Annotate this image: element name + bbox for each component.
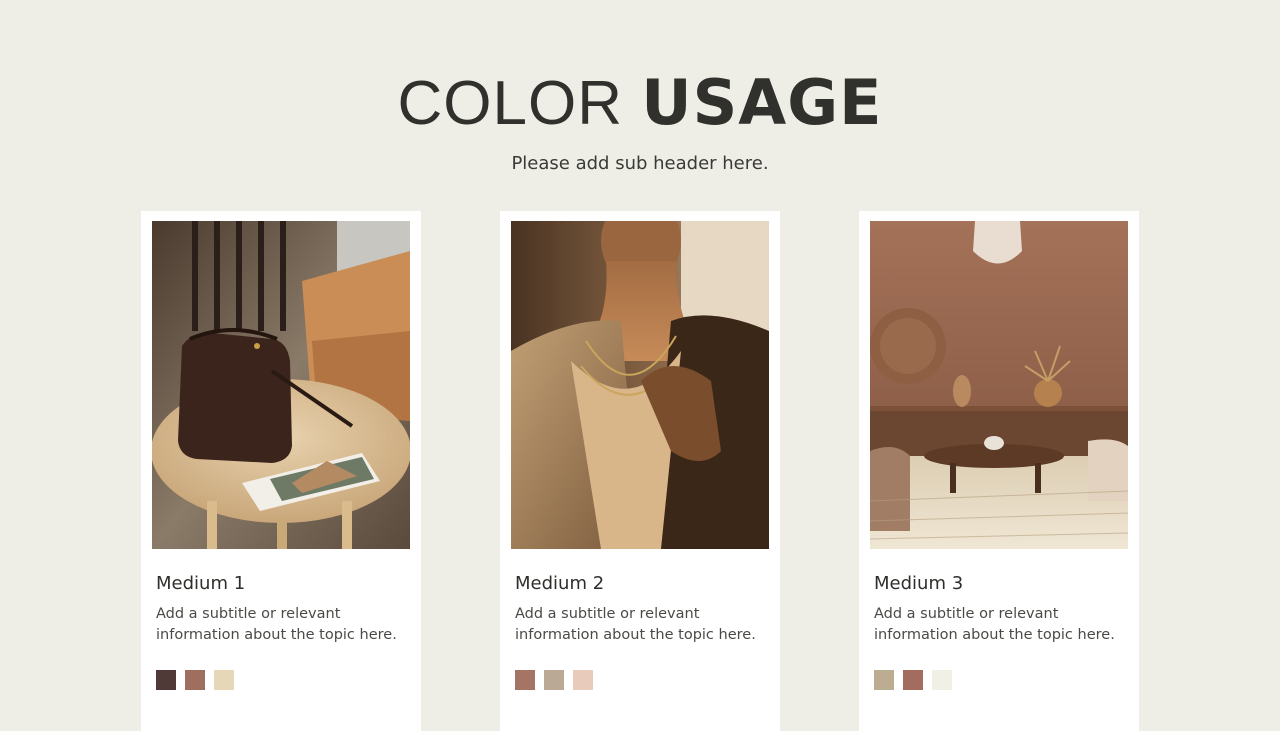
card-image-interior (870, 221, 1128, 549)
leather-bag-photo (152, 221, 410, 549)
medium-card-2: Medium 2 Add a subtitle or relevant info… (500, 211, 780, 731)
color-swatch (544, 670, 564, 690)
title-bold-part: USAGE (641, 66, 883, 139)
color-swatches (156, 670, 234, 690)
color-swatch (214, 670, 234, 690)
title-light-part: COLOR (397, 69, 642, 138)
medium-card-3: Medium 3 Add a subtitle or relevant info… (859, 211, 1139, 731)
color-swatch (156, 670, 176, 690)
interior-photo (870, 221, 1128, 549)
color-swatch (185, 670, 205, 690)
color-swatches (515, 670, 593, 690)
color-swatch (573, 670, 593, 690)
color-swatch (903, 670, 923, 690)
page-subheader: Please add sub header here. (511, 153, 769, 174)
header: COLOR USAGE Please add sub header here. (0, 68, 1280, 175)
page-title: COLOR USAGE (0, 68, 1280, 139)
woman-blazer-photo (511, 221, 769, 549)
card-title: Medium 1 (156, 573, 246, 594)
card-subtitle: Add a subtitle or relevant information a… (515, 606, 756, 643)
color-swatches (874, 670, 952, 690)
card-title: Medium 2 (515, 573, 605, 594)
card-subtitle: Add a subtitle or relevant information a… (156, 606, 397, 643)
medium-card-1: Medium 1 Add a subtitle or relevant info… (141, 211, 421, 731)
card-title: Medium 3 (874, 573, 964, 594)
card-image-bag (152, 221, 410, 549)
color-swatch (932, 670, 952, 690)
card-subtitle: Add a subtitle or relevant information a… (874, 606, 1115, 643)
color-swatch (874, 670, 894, 690)
color-swatch (515, 670, 535, 690)
card-image-blazer (511, 221, 769, 549)
